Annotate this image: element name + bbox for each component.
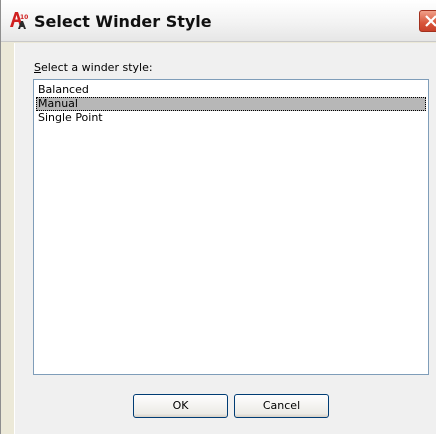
list-item-single-point[interactable]: Single Point xyxy=(36,111,426,125)
title-bar[interactable]: 10 Select Winder Style xyxy=(1,0,436,42)
close-button[interactable] xyxy=(419,10,436,32)
autocad-architecture-icon: 10 xyxy=(9,10,29,30)
winder-style-prompt: Select a winder style: xyxy=(34,61,153,74)
close-icon xyxy=(425,15,436,27)
prompt-mnemonic: S xyxy=(34,61,41,74)
svg-text:10: 10 xyxy=(20,14,28,21)
ok-button[interactable]: OK xyxy=(133,394,228,418)
winder-style-list[interactable]: Balanced Manual Single Point xyxy=(33,79,429,375)
prompt-text: elect a winder style: xyxy=(40,61,153,74)
list-item-manual[interactable]: Manual xyxy=(36,97,426,111)
window-title: Select Winder Style xyxy=(34,12,212,31)
list-item-balanced[interactable]: Balanced xyxy=(36,83,426,97)
select-winder-style-dialog: 10 Select Winder Style Select a winder s… xyxy=(0,0,436,434)
cancel-button[interactable]: Cancel xyxy=(234,394,329,418)
